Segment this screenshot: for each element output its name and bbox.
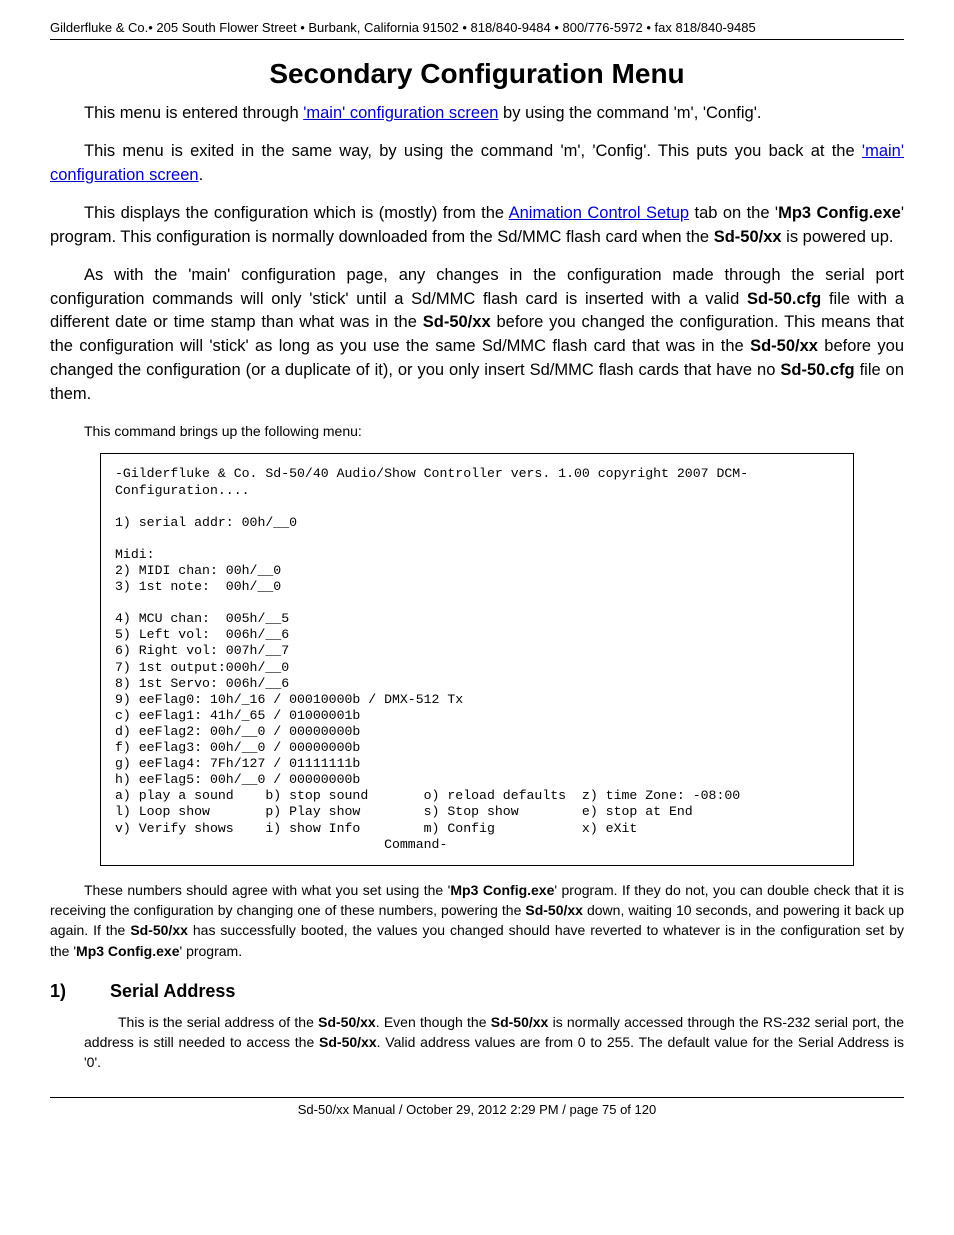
para-5: This command brings up the following men… [50, 421, 904, 441]
text: These numbers should agree with what you… [84, 882, 450, 898]
bold-sd50xx-2: Sd-50/xx [423, 313, 491, 331]
bold-sd50cfg-1: Sd-50.cfg [747, 290, 821, 308]
bold-sd50xx-5: Sd-50/xx [130, 922, 188, 938]
para-7: This is the serial address of the Sd-50/… [50, 1012, 904, 1073]
section-title: Serial Address [110, 981, 235, 1001]
bold-mp3config-1: Mp3 Config.exe [778, 204, 901, 222]
bold-mp3config-3: Mp3 Config.exe [76, 943, 179, 959]
link-main-config-1[interactable]: 'main' configuration screen [303, 104, 498, 122]
para-4: As with the 'main' configuration page, a… [50, 264, 904, 408]
para-2: This menu is exited in the same way, by … [50, 140, 904, 188]
bold-sd50xx-3: Sd-50/xx [750, 337, 818, 355]
text: . Even though the [376, 1014, 491, 1030]
text: This is the serial address of the [118, 1014, 318, 1030]
section-number: 1) [50, 981, 110, 1002]
section-heading-serial-address: 1)Serial Address [50, 981, 904, 1002]
bold-sd50xx-7: Sd-50/xx [491, 1014, 549, 1030]
text: . [199, 166, 204, 184]
page-title: Secondary Configuration Menu [50, 58, 904, 90]
para-6: These numbers should agree with what you… [50, 880, 904, 961]
page-header: Gilderfluke & Co.• 205 South Flower Stre… [50, 20, 904, 40]
bold-mp3config-2: Mp3 Config.exe [450, 882, 554, 898]
text: This menu is entered through [84, 104, 303, 122]
link-animation-control-setup[interactable]: Animation Control Setup [509, 204, 689, 222]
text: This displays the configuration which is… [84, 204, 509, 222]
bold-sd50xx-6: Sd-50/xx [318, 1014, 376, 1030]
bold-sd50xx-8: Sd-50/xx [319, 1034, 377, 1050]
text: This menu is exited in the same way, by … [84, 142, 862, 160]
text: ' program. [180, 943, 243, 959]
bold-sd50cfg-2: Sd-50.cfg [780, 361, 854, 379]
bold-sd50xx-1: Sd-50/xx [714, 228, 782, 246]
para-1: This menu is entered through 'main' conf… [50, 102, 904, 126]
para-3: This displays the configuration which is… [50, 202, 904, 250]
terminal-menu-box: -Gilderfluke & Co. Sd-50/40 Audio/Show C… [100, 453, 854, 865]
text: by using the command 'm', 'Config'. [498, 104, 761, 122]
text: is powered up. [782, 228, 894, 246]
bold-sd50xx-4: Sd-50/xx [525, 902, 583, 918]
text: tab on the ' [689, 204, 778, 222]
page-footer: Sd-50/xx Manual / October 29, 2012 2:29 … [50, 1097, 904, 1117]
